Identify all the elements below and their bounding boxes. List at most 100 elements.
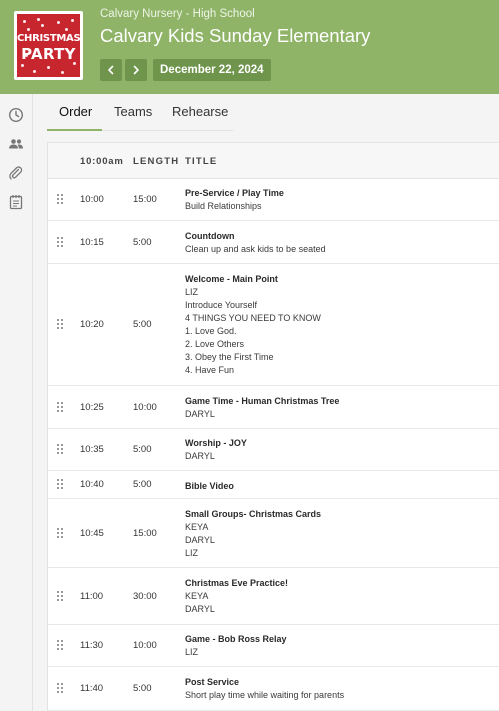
- row-start-time: 10:00: [80, 194, 104, 205]
- column-start-time[interactable]: 10:00am: [80, 156, 124, 167]
- organization-name[interactable]: Calvary Nursery - High School: [100, 8, 255, 20]
- drag-handle-icon[interactable]: [57, 402, 65, 413]
- row-length[interactable]: 15:00: [133, 194, 157, 205]
- tab-bar: Order Teams Rehearse: [33, 94, 499, 130]
- drag-handle-icon[interactable]: [57, 591, 65, 602]
- row-length[interactable]: 5:00: [133, 479, 152, 490]
- page-title: Calvary Kids Sunday Elementary: [100, 25, 371, 46]
- row-length[interactable]: 30:00: [133, 591, 157, 602]
- row-length[interactable]: 5:00: [133, 319, 152, 330]
- chevron-right-icon: [133, 65, 139, 75]
- item-title[interactable]: Christmas Eve Practice!: [185, 577, 288, 590]
- people-icon[interactable]: [8, 136, 24, 152]
- chevron-left-icon: [108, 65, 114, 75]
- row-start-time: 11:00: [80, 591, 104, 602]
- tab-teams[interactable]: Teams: [114, 104, 152, 119]
- previous-date-button[interactable]: [100, 59, 122, 81]
- item-title[interactable]: Bible Video: [185, 480, 234, 493]
- item-title[interactable]: Welcome - Main Point: [185, 273, 321, 286]
- drag-handle-icon[interactable]: [57, 237, 65, 248]
- row-content: Welcome - Main Point LIZ Introduce Yoursel…: [185, 273, 321, 377]
- column-title: TITLE: [185, 156, 218, 167]
- table-row[interactable]: 11:40 5:00 Post Service Short play time whi…: [48, 667, 499, 711]
- drag-handle-icon[interactable]: [57, 528, 65, 539]
- tab-rehearse[interactable]: Rehearse: [172, 104, 228, 119]
- event-logo: CHRISTMAS PARTY: [14, 11, 83, 80]
- table-row[interactable]: 11:00 30:00 Christmas Eve Practice! KEYA DAR…: [48, 568, 499, 625]
- drag-handle-icon[interactable]: [57, 444, 65, 455]
- item-note-line: KEYA: [185, 522, 209, 532]
- item-note-line: DARYL: [185, 604, 215, 614]
- item-note-line: 4. Have Fun: [185, 365, 235, 375]
- item-title[interactable]: Game - Bob Ross Relay: [185, 633, 287, 646]
- next-date-button[interactable]: [125, 59, 147, 81]
- row-content: Game - Bob Ross Relay LIZ: [185, 633, 287, 659]
- row-length[interactable]: 5:00: [133, 237, 152, 248]
- table-row[interactable]: 10:40 5:00 Bible Video: [48, 471, 499, 499]
- item-note-line: 1. Love God.: [185, 326, 237, 336]
- table-row[interactable]: 10:00 15:00 Pre-Service / Play Time Build R…: [48, 179, 499, 221]
- item-note-line: DARYL: [185, 535, 215, 545]
- snow-dot: [71, 19, 74, 22]
- row-content: Christmas Eve Practice! KEYA DARYL: [185, 577, 288, 616]
- row-start-time: 10:40: [80, 479, 104, 490]
- row-content: Worship - JOY DARYL: [185, 437, 247, 463]
- column-length: LENGTH: [133, 156, 180, 167]
- item-note-line: 4 THINGS YOU NEED TO KNOW: [185, 313, 321, 323]
- item-note-line: LIZ: [185, 647, 199, 657]
- row-content: Small Groups- Christmas Cards KEYA DARYL LI…: [185, 508, 321, 560]
- row-start-time: 11:30: [80, 640, 104, 651]
- table-row[interactable]: 10:20 5:00 Welcome - Main Point LIZ Introduc…: [48, 264, 499, 386]
- item-note-line: DARYL: [185, 451, 215, 461]
- row-length[interactable]: 5:00: [133, 444, 152, 455]
- logo-line-1: CHRISTMAS: [17, 33, 80, 44]
- row-start-time: 10:25: [80, 402, 104, 413]
- snow-dot: [41, 24, 44, 27]
- drag-handle-icon[interactable]: [57, 479, 65, 490]
- notes-icon[interactable]: [8, 194, 24, 210]
- drag-handle-icon[interactable]: [57, 319, 65, 330]
- item-note-line: LIZ: [185, 287, 199, 297]
- snow-dot: [69, 52, 72, 55]
- paperclip-icon[interactable]: [8, 165, 24, 181]
- row-length[interactable]: 10:00: [133, 402, 157, 413]
- table-row[interactable]: 10:25 10:00 Game Time - Human Christmas Tr…: [48, 386, 499, 429]
- item-title[interactable]: Game Time - Human Christmas Tree: [185, 395, 339, 408]
- snow-dot: [57, 21, 60, 24]
- snow-dot: [47, 66, 50, 69]
- table-row[interactable]: 10:15 5:00 Countdown Clean up and ask kids …: [48, 221, 499, 264]
- item-title[interactable]: Small Groups- Christmas Cards: [185, 508, 321, 521]
- row-content: Bible Video: [185, 480, 234, 493]
- table-row[interactable]: 10:35 5:00 Worship - JOY DARYL: [48, 429, 499, 471]
- table-row[interactable]: 10:45 15:00 Small Groups- Christmas Cards K…: [48, 499, 499, 568]
- row-content: Pre-Service / Play Time Build Relationshi…: [185, 187, 284, 213]
- item-title[interactable]: Worship - JOY: [185, 437, 247, 450]
- row-content: Game Time - Human Christmas Tree DARYL: [185, 395, 339, 421]
- date-picker-button[interactable]: December 22, 2024: [153, 59, 271, 81]
- item-title[interactable]: Pre-Service / Play Time: [185, 187, 284, 200]
- item-note-line: Introduce Yourself: [185, 300, 258, 310]
- tab-order[interactable]: Order: [59, 104, 92, 119]
- row-length[interactable]: 10:00: [133, 640, 157, 651]
- item-note-line: Build Relationships: [185, 201, 262, 211]
- row-content: Countdown Clean up and ask kids to be sea…: [185, 230, 326, 256]
- table-row[interactable]: 11:30 10:00 Game - Bob Ross Relay LIZ: [48, 625, 499, 667]
- service-order-table: 10:00am LENGTH TITLE 10:00 15:00 Pre-Servi…: [47, 142, 499, 711]
- logo-badge: CHRISTMAS PARTY: [17, 14, 80, 77]
- item-note-line: LIZ: [185, 548, 199, 558]
- row-length[interactable]: 15:00: [133, 528, 157, 539]
- drag-handle-icon[interactable]: [57, 640, 65, 651]
- item-note-line: KEYA: [185, 591, 209, 601]
- item-title[interactable]: Post Service: [185, 676, 344, 689]
- snow-dot: [21, 64, 24, 67]
- row-length[interactable]: 5:00: [133, 683, 152, 694]
- item-title[interactable]: Countdown: [185, 230, 326, 243]
- drag-handle-icon[interactable]: [57, 683, 65, 694]
- row-content: Post Service Short play time while waitin…: [185, 676, 344, 702]
- clock-icon[interactable]: [8, 107, 24, 123]
- item-note-line: DARYL: [185, 409, 215, 419]
- drag-handle-icon[interactable]: [57, 194, 65, 205]
- snow-dot: [61, 71, 64, 74]
- snow-dot: [37, 18, 40, 21]
- snow-dot: [73, 62, 76, 65]
